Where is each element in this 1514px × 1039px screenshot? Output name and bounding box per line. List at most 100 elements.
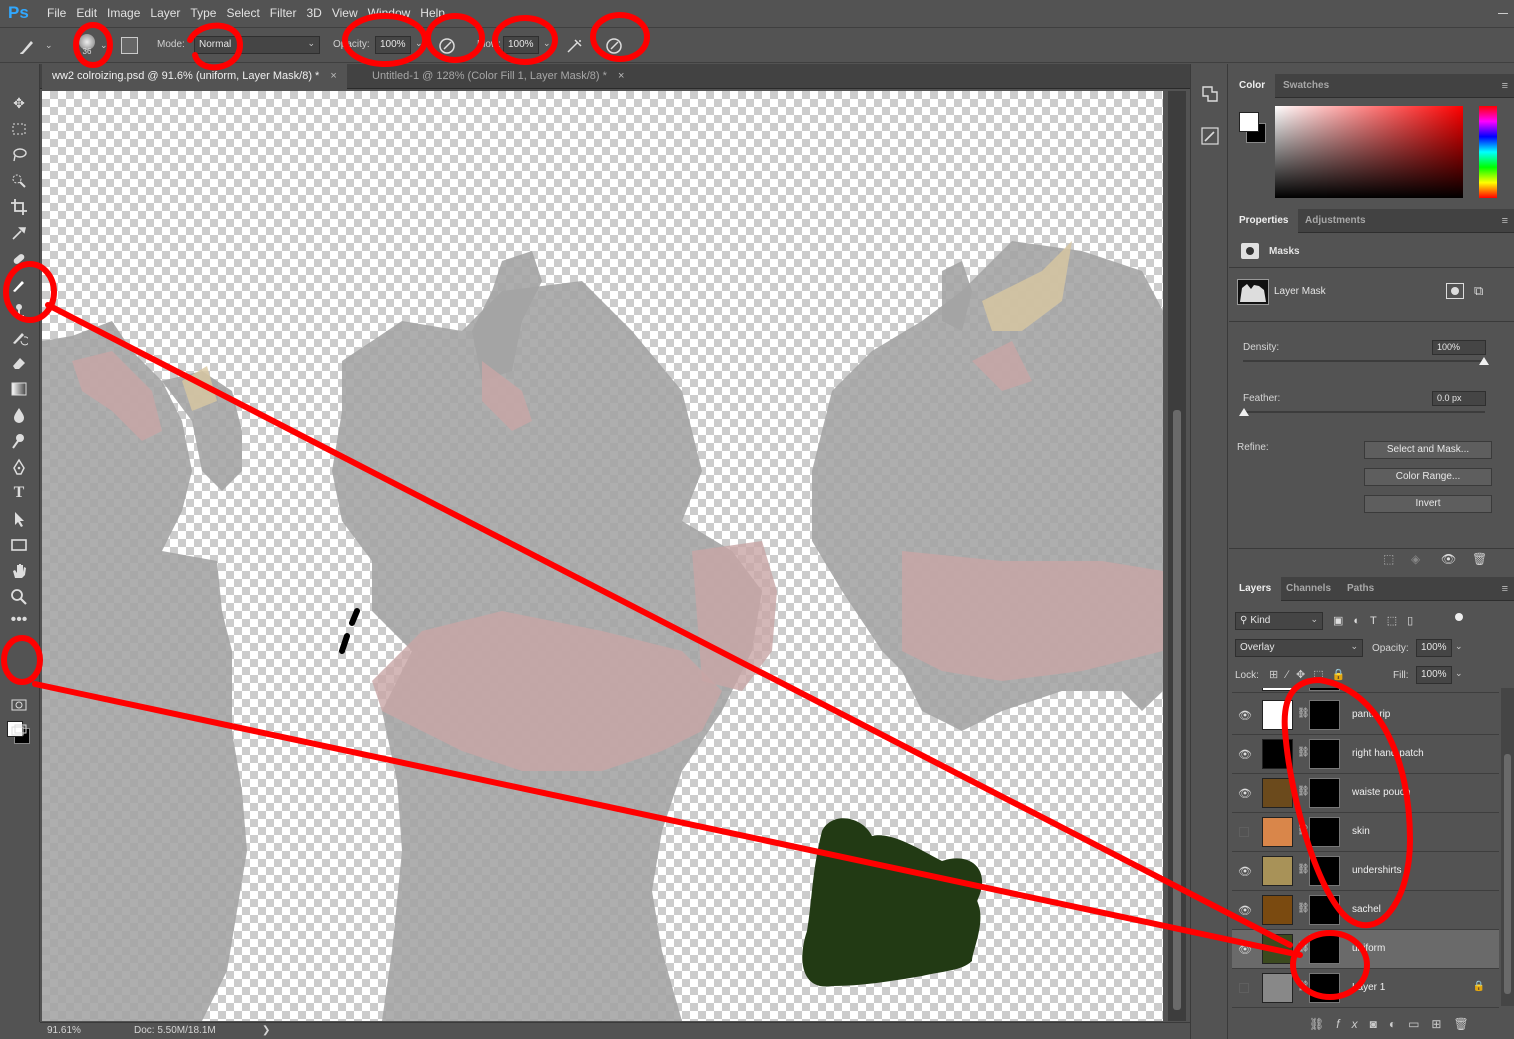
layer-name[interactable]: waiste pouch <box>1352 787 1410 798</box>
mode-select[interactable]: Normal ⌄ <box>194 36 320 54</box>
color-range-button[interactable]: Color Range... <box>1364 468 1492 486</box>
gradient-tool-icon[interactable] <box>8 378 30 400</box>
chevron-down-icon[interactable]: ⌄ <box>415 38 423 49</box>
layer-mask-thumbnail[interactable] <box>1309 739 1340 769</box>
link-icon[interactable]: ⛓ <box>1297 786 1310 797</box>
pressure-opacity-icon[interactable] <box>437 36 457 59</box>
brush-panel-toggle-icon[interactable] <box>121 37 138 54</box>
marquee-tool-icon[interactable] <box>8 118 30 140</box>
brush-size-picker[interactable]: 36 <box>76 34 98 58</box>
panel-menu-icon[interactable]: ≡ <box>1502 583 1508 595</box>
layer-row[interactable]: 👁 ⛓ uniform <box>1232 930 1499 969</box>
menu-help[interactable]: Help <box>420 6 453 20</box>
layer-row[interactable]: 👁 ⛓ waiste pouch <box>1232 774 1499 813</box>
layer-name[interactable]: sachel <box>1352 904 1381 915</box>
layer-row[interactable]: 👁 ⛓ undershirts <box>1232 852 1499 891</box>
link-icon[interactable]: ⛓ <box>1297 981 1310 992</box>
hand-tool-icon[interactable] <box>8 560 30 582</box>
eye-icon[interactable]: 👁 <box>1238 865 1252 878</box>
layer-mask-thumbnail[interactable] <box>1309 817 1340 847</box>
layer-name[interactable]: skin <box>1352 826 1370 837</box>
eyedropper-tool-icon[interactable] <box>8 222 30 244</box>
move-tool-icon[interactable]: ✥ <box>8 92 30 114</box>
close-icon[interactable]: × <box>618 70 624 82</box>
document-tab-inactive[interactable]: Untitled-1 @ 128% (Color Fill 1, Layer M… <box>362 64 634 89</box>
menu-view[interactable]: View <box>332 6 366 20</box>
layer-name[interactable]: uniform <box>1352 943 1385 954</box>
healing-brush-tool-icon[interactable] <box>8 248 30 270</box>
eye-icon[interactable]: 👁 <box>1238 748 1252 761</box>
layer-filter-kind[interactable]: ⚲ Kind ⌄ <box>1235 612 1323 630</box>
link-icon[interactable]: ⛓ <box>1297 903 1310 914</box>
tab-swatches[interactable]: Swatches <box>1273 74 1339 98</box>
more-tools-icon[interactable]: ••• <box>8 612 30 634</box>
add-mask-icon[interactable]: ◙ <box>1370 1017 1389 1031</box>
history-panel-icon[interactable] <box>1200 84 1220 107</box>
layer-row[interactable]: 👁 ⛓ sachel <box>1232 891 1499 930</box>
visibility-toggle[interactable] <box>1239 827 1249 837</box>
zoom-level[interactable]: 91.61% <box>47 1025 81 1036</box>
document-canvas[interactable] <box>42 91 1163 1021</box>
menu-3d[interactable]: 3D <box>306 6 329 20</box>
link-layers-icon[interactable]: ⛓ <box>1309 1017 1336 1031</box>
layer-mask-thumbnail[interactable] <box>1309 973 1340 1003</box>
layer-mask-thumbnail[interactable] <box>1309 934 1340 964</box>
tab-color[interactable]: Color <box>1229 74 1276 98</box>
menu-type[interactable]: Type <box>190 6 224 20</box>
load-selection-icon[interactable]: ⬚ <box>1383 552 1394 566</box>
link-icon[interactable]: ⛓ <box>1297 864 1310 875</box>
visibility-toggle[interactable] <box>1239 983 1249 993</box>
brush-settings-panel-icon[interactable] <box>1200 126 1220 149</box>
delete-mask-icon[interactable]: 🗑 <box>1472 552 1487 566</box>
layer-name[interactable]: pants rip <box>1352 709 1390 720</box>
adjustment-layer-icon[interactable]: ◐ <box>1389 1017 1408 1031</box>
rectangle-tool-icon[interactable] <box>8 534 30 556</box>
eye-icon[interactable]: 👁 <box>1238 709 1252 722</box>
menu-layer[interactable]: Layer <box>150 6 188 20</box>
layer-row[interactable]: 👁 ⛓ right hand patch <box>1232 735 1499 774</box>
layer-style-icon[interactable]: fx <box>1336 1017 1369 1031</box>
screen-mode-icon[interactable] <box>8 720 30 742</box>
dodge-tool-icon[interactable] <box>8 430 30 452</box>
layer-mask-thumbnail[interactable] <box>1309 856 1340 886</box>
brush-tool-preset-icon[interactable] <box>18 36 40 59</box>
lasso-tool-icon[interactable] <box>8 144 30 166</box>
chevron-down-icon[interactable]: ⌄ <box>1455 668 1463 679</box>
invert-button[interactable]: Invert <box>1364 495 1492 513</box>
type-tool-icon[interactable]: T <box>8 482 30 504</box>
new-group-icon[interactable]: ▭ <box>1408 1017 1431 1031</box>
panel-menu-icon[interactable]: ≡ <box>1502 215 1508 227</box>
eraser-tool-icon[interactable] <box>8 352 30 374</box>
blur-tool-icon[interactable] <box>8 404 30 426</box>
fill-field[interactable]: 100% <box>1416 666 1452 684</box>
pen-tool-icon[interactable] <box>8 456 30 478</box>
airbrush-icon[interactable] <box>565 36 585 59</box>
link-icon[interactable]: ⛓ <box>1297 747 1310 758</box>
clone-stamp-tool-icon[interactable] <box>8 300 30 322</box>
layer-name[interactable]: right hand patch <box>1352 748 1424 759</box>
layer-name[interactable]: undershirts <box>1352 865 1401 876</box>
document-tab-active[interactable]: ww2 colroizing.psd @ 91.6% (uniform, Lay… <box>42 64 347 89</box>
link-icon[interactable]: ⛓ <box>1297 942 1310 953</box>
chevron-down-icon[interactable]: ⌄ <box>45 40 53 51</box>
eye-icon[interactable]: 👁 <box>1238 904 1252 917</box>
status-menu-arrow-icon[interactable]: ❯ <box>262 1025 270 1036</box>
feather-field[interactable]: 0.0 px <box>1432 391 1486 406</box>
crop-tool-icon[interactable] <box>8 196 30 218</box>
zoom-tool-icon[interactable] <box>8 586 30 608</box>
feather-slider[interactable] <box>1243 411 1485 413</box>
quick-mask-icon[interactable] <box>8 694 30 716</box>
pressure-size-icon[interactable] <box>604 36 624 59</box>
tab-paths[interactable]: Paths <box>1337 577 1384 601</box>
delete-layer-icon[interactable]: 🗑 <box>1453 1017 1480 1031</box>
apply-mask-icon[interactable]: ◈ <box>1411 552 1420 566</box>
eye-icon[interactable]: 👁 <box>1238 787 1252 800</box>
density-slider[interactable] <box>1243 360 1485 362</box>
menu-select[interactable]: Select <box>226 6 267 20</box>
select-and-mask-button[interactable]: Select and Mask... <box>1364 441 1492 459</box>
menu-window[interactable]: Window <box>368 6 419 20</box>
link-icon[interactable]: ⛓ <box>1297 825 1310 836</box>
layer-opacity-field[interactable]: 100% <box>1416 639 1452 657</box>
tab-properties[interactable]: Properties <box>1229 209 1299 233</box>
history-brush-tool-icon[interactable] <box>8 326 30 348</box>
